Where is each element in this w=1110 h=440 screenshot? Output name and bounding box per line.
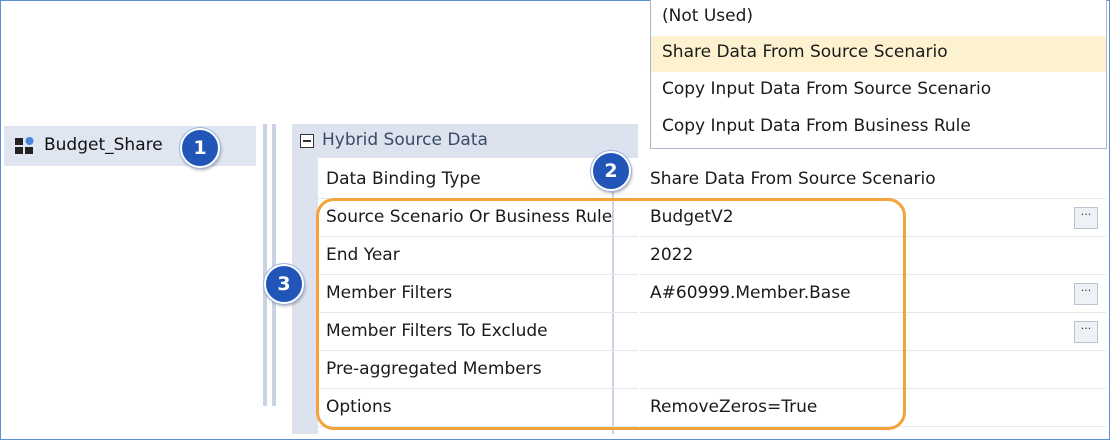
dropdown-option-label: Share Data From Source Scenario <box>662 42 948 62</box>
callout-badge-1: 1 <box>180 128 220 168</box>
collapse-icon[interactable] <box>300 134 314 148</box>
ellipsis-button[interactable]: ··· <box>1074 321 1098 343</box>
category-header[interactable]: Hybrid Source Data <box>292 124 638 158</box>
splitter-handle[interactable] <box>263 124 267 406</box>
ellipsis-button[interactable]: ··· <box>1074 207 1098 229</box>
property-row[interactable]: Data Binding Type Share Data From Source… <box>318 161 1106 199</box>
dropdown-option-label: (Not Used) <box>662 6 754 26</box>
callout-badge-2: 2 <box>591 151 631 191</box>
dropdown-option-selected[interactable]: Share Data From Source Scenario <box>651 36 1106 72</box>
dropdown-option-label: Copy Input Data From Source Scenario <box>662 79 992 99</box>
category-label: Hybrid Source Data <box>322 130 488 150</box>
dropdown-option-label: Copy Input Data From Business Rule <box>662 116 971 136</box>
data-binding-type-dropdown[interactable]: (Not Used) Share Data From Source Scenar… <box>650 0 1107 149</box>
callout-badge-3: 3 <box>264 264 304 304</box>
dropdown-option[interactable]: Copy Input Data From Source Scenario <box>651 73 1106 109</box>
property-value[interactable]: Share Data From Source Scenario <box>650 169 936 189</box>
property-name: Data Binding Type <box>326 169 481 189</box>
highlight-outline <box>316 198 906 430</box>
dropdown-option[interactable]: (Not Used) <box>651 0 1106 36</box>
scenario-icon <box>15 137 34 154</box>
dropdown-option[interactable]: Copy Input Data From Business Rule <box>651 110 1106 146</box>
ellipsis-button[interactable]: ··· <box>1074 283 1098 305</box>
tree-item-label: Budget_Share <box>44 135 163 155</box>
